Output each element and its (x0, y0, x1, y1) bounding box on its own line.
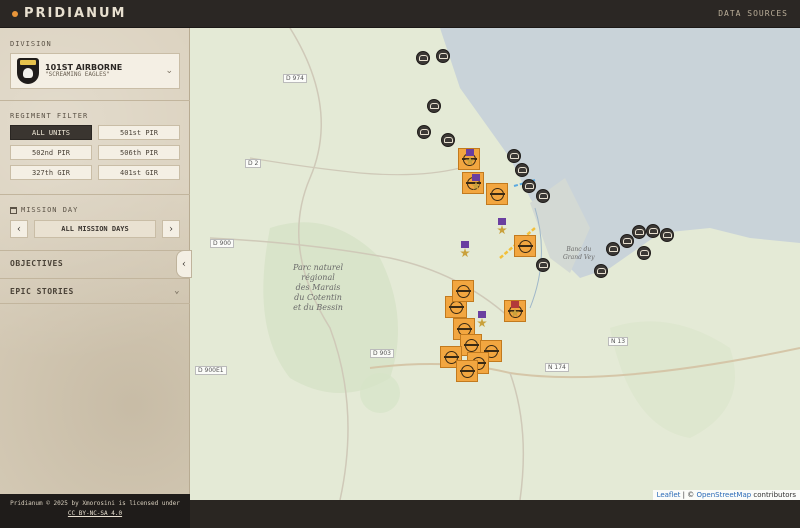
map-marker[interactable] (536, 258, 550, 272)
license-link[interactable]: CC BY-NC-SA 4.0 (68, 510, 122, 517)
map-marker[interactable] (646, 224, 660, 238)
map-marker[interactable] (594, 264, 608, 278)
regiment-button-502nd[interactable]: 502nd PIR (10, 145, 92, 160)
app-brand[interactable]: PRIDIANUM (12, 6, 126, 21)
regiment-button-327th[interactable]: 327th GIR (10, 165, 92, 180)
road-label-d900: D 900 (210, 239, 234, 248)
chevron-left-icon: ‹ (17, 223, 21, 235)
medal-icon[interactable] (471, 174, 481, 194)
road-label-d900e1: D 900E1 (195, 366, 227, 375)
division-select[interactable]: 101ST AIRBORNE "SCREAMING EAGLES" ⌄ (10, 53, 180, 89)
epic-stories-panel-header[interactable]: EPIC STORIES ⌄ (0, 278, 190, 304)
regiment-filter: ALL UNITS 501st PIR 502nd PIR 506th PIR … (10, 125, 180, 180)
map-tiles (190, 28, 800, 500)
top-bar: PRIDIANUM DATA SOURCES (0, 0, 800, 28)
road-label-n174: N 174 (545, 363, 569, 372)
regiment-button-501st[interactable]: 501st PIR (98, 125, 180, 140)
road-label-d903: D 903 (370, 349, 394, 358)
mission-day-label: MISSION DAY (10, 206, 78, 214)
collapse-sidebar-button[interactable]: ‹ (176, 250, 192, 278)
regiment-button-all-units[interactable]: ALL UNITS (10, 125, 92, 140)
bay-label: Banc du Grand Vey (563, 246, 595, 261)
brand-dot-icon (12, 10, 18, 17)
objective-marker[interactable] (452, 280, 474, 302)
park-label: Parc naturel régional des Marais du Cote… (293, 263, 344, 312)
divider (0, 100, 190, 101)
division-nickname: "SCREAMING EAGLES" (45, 71, 111, 79)
leaflet-link[interactable]: Leaflet (657, 491, 681, 499)
chevron-down-icon: ⌄ (174, 286, 180, 296)
license-notice: Pridianum © 2025 by Xmorosini is license… (0, 494, 190, 528)
objective-marker[interactable] (456, 360, 478, 382)
data-sources-link[interactable]: DATA SOURCES (718, 9, 788, 18)
objectives-label: OBJECTIVES (10, 259, 64, 268)
mission-day-text: MISSION DAY (21, 206, 79, 214)
medal-icon[interactable] (465, 149, 475, 169)
map-marker[interactable] (522, 179, 536, 193)
map-view[interactable]: D 974 D 2 D 900 D 903 D 900E1 N 174 N 13… (190, 28, 800, 500)
objectives-panel-header[interactable]: OBJECTIVES (0, 250, 190, 276)
attribution-tail: contributors (751, 491, 796, 499)
division-label: DIVISION (10, 40, 52, 48)
all-mission-days-button[interactable]: ALL MISSION DAYS (34, 220, 156, 238)
map-marker[interactable] (427, 99, 441, 113)
chevron-down-icon: ⌄ (165, 66, 173, 76)
map-marker[interactable] (507, 149, 521, 163)
medal-icon[interactable] (477, 311, 487, 331)
map-marker[interactable] (536, 189, 550, 203)
road-label-d2: D 2 (245, 159, 262, 168)
chevron-right-icon: › (169, 223, 173, 235)
mission-day-selector: ‹ ALL MISSION DAYS › (10, 220, 180, 238)
previous-day-button[interactable]: ‹ (10, 220, 28, 238)
sidebar: DIVISION 101ST AIRBORNE "SCREAMING EAGLE… (0, 28, 190, 528)
divider (0, 194, 190, 195)
map-marker[interactable] (515, 163, 529, 177)
regiment-button-401st[interactable]: 401st GIR (98, 165, 180, 180)
map-marker[interactable] (417, 125, 431, 139)
medal-icon[interactable] (497, 218, 507, 238)
objective-marker[interactable] (486, 183, 508, 205)
next-day-button[interactable]: › (162, 220, 180, 238)
map-marker[interactable] (441, 133, 455, 147)
map-marker[interactable] (606, 242, 620, 256)
osm-link[interactable]: OpenStreetMap (696, 491, 751, 499)
screaming-eagle-insignia-icon (17, 58, 39, 84)
map-marker[interactable] (660, 228, 674, 242)
road-label-n13: N 13 (608, 337, 629, 346)
medal-icon[interactable] (460, 241, 470, 261)
app-title: PRIDIANUM (24, 6, 127, 21)
map-marker[interactable] (436, 49, 450, 63)
medal-icon[interactable] (510, 301, 520, 321)
regiment-filter-label: REGIMENT FILTER (10, 112, 89, 120)
map-marker[interactable] (620, 234, 634, 248)
regiment-button-506th[interactable]: 506th PIR (98, 145, 180, 160)
map-marker[interactable] (632, 225, 646, 239)
objective-marker[interactable] (514, 235, 536, 257)
map-marker[interactable] (416, 51, 430, 65)
epic-stories-label: EPIC STORIES (10, 286, 74, 296)
road-label-d974: D 974 (283, 74, 307, 83)
calendar-icon (10, 206, 17, 214)
map-marker[interactable] (637, 246, 651, 260)
map-attribution: Leaflet | © OpenStreetMap contributors (652, 490, 800, 500)
chevron-left-icon: ‹ (182, 258, 186, 270)
attribution-separator: | © (680, 491, 697, 499)
license-text: Pridianum © 2025 by Xmorosini is license… (10, 500, 180, 507)
